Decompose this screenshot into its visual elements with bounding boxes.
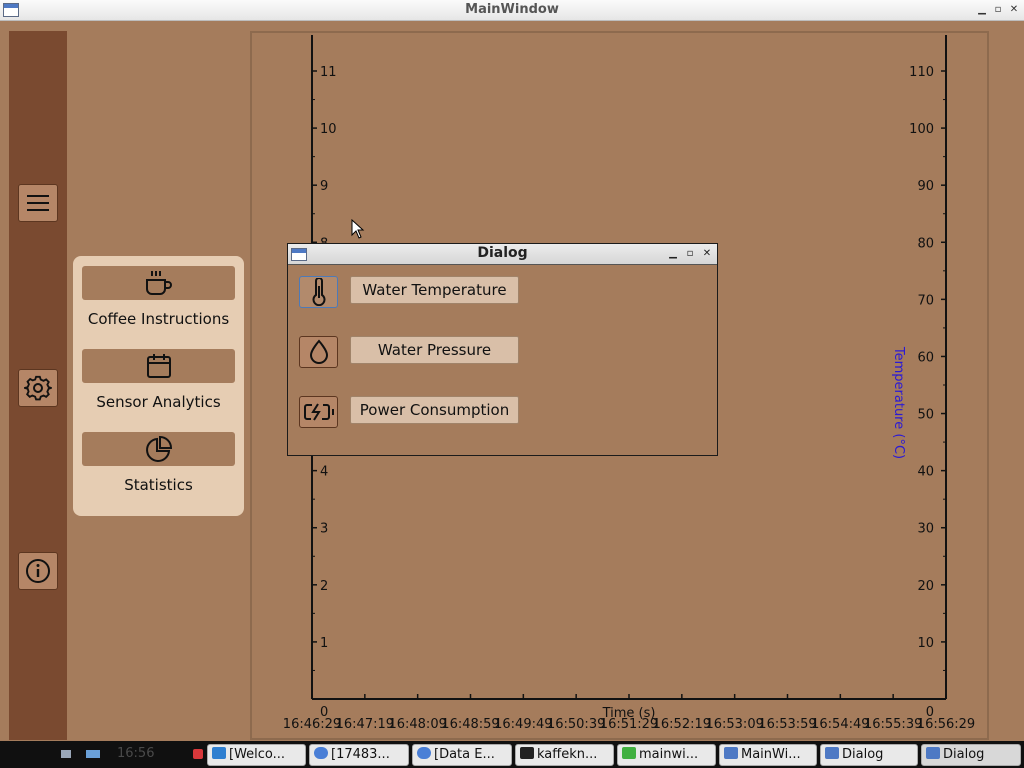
desktop-icon[interactable] (60, 749, 72, 759)
window-icon (724, 747, 738, 759)
water-temperature-button[interactable]: Water Temperature (350, 276, 519, 304)
power-consumption-icon-button[interactable] (299, 396, 338, 428)
y-tick-label-right: 70 (917, 293, 934, 308)
browser-icon (314, 747, 328, 759)
menu-item-label: Coffee Instructions (87, 310, 230, 328)
y-tick-label-left: 2 (320, 579, 328, 594)
y-tick-label-left: 11 (320, 65, 337, 80)
terminal-icon (520, 747, 534, 759)
taskbar: 16:56 [Welco... [17483... [Data E... kaf… (0, 741, 1024, 768)
y-tick-label-left: 1 (320, 636, 328, 651)
y-tick-label-right: 50 (917, 408, 934, 423)
x-tick-label: 16:52:19 (653, 717, 711, 732)
y-tick-label-right: 110 (909, 65, 934, 80)
window-icon (825, 747, 839, 759)
taskbar-task[interactable]: Dialog (921, 744, 1021, 766)
y-axis-right-label: Temperature (°C) (891, 346, 906, 459)
y-tick-label-left: 4 (320, 465, 328, 480)
notification-icon[interactable] (192, 749, 204, 759)
x-axis-label: Time (s) (602, 706, 656, 721)
x-tick-label: 16:50:39 (547, 717, 605, 732)
x-tick-label: 16:56:29 (917, 717, 975, 732)
taskbar-task[interactable]: [Data E... (412, 744, 512, 766)
main-window-titlebar[interactable]: MainWindow ▁ ▫ ✕ (0, 0, 1024, 21)
x-tick-label: 16:54:49 (811, 717, 869, 732)
y-tick-label-left: 9 (320, 179, 328, 194)
y-tick-label-right: 40 (917, 465, 934, 480)
minimize-icon[interactable]: ▁ (666, 247, 680, 261)
x-tick-label: 16:46:29 (283, 717, 341, 732)
battery-charging-icon (303, 403, 334, 421)
y-tick-label-right: 80 (917, 236, 934, 251)
x-tick-label: 16:53:59 (758, 717, 816, 732)
close-icon[interactable]: ✕ (1007, 3, 1021, 17)
x-tick-label: 16:48:09 (388, 717, 446, 732)
water-drop-icon (309, 339, 328, 364)
qt-creator-icon (622, 747, 636, 759)
close-icon[interactable]: ✕ (700, 247, 714, 261)
y-tick-label-right: 100 (909, 122, 934, 137)
info-icon (26, 559, 50, 583)
taskbar-task[interactable]: mainwi... (617, 744, 716, 766)
sensor-analytics-button[interactable] (82, 349, 235, 383)
gear-icon (24, 375, 52, 401)
dialog-titlebar[interactable]: Dialog ▁ ▫ ✕ (288, 244, 717, 265)
x-tick-label: 16:53:09 (705, 717, 763, 732)
y-tick-label-right: 60 (917, 350, 934, 365)
y-tick-label-right: 90 (917, 179, 934, 194)
taskbar-clock[interactable]: 16:56 (117, 746, 154, 761)
taskbar-task[interactable]: MainWi... (719, 744, 817, 766)
taskbar-task[interactable]: Dialog (820, 744, 918, 766)
maximize-icon[interactable]: ▫ (683, 247, 697, 261)
vscode-icon (212, 747, 226, 759)
pie-chart-icon (145, 435, 172, 462)
power-consumption-button[interactable]: Power Consumption (350, 396, 519, 424)
x-tick-label: 16:47:19 (336, 717, 394, 732)
y-tick-label-left: 3 (320, 522, 328, 537)
y-tick-label-right: 10 (917, 636, 934, 651)
taskbar-task[interactable]: kaffekn... (515, 744, 614, 766)
y-tick-label-right: 20 (917, 579, 934, 594)
main-window-title: MainWindow (465, 2, 559, 17)
x-tick-label: 16:55:39 (864, 717, 922, 732)
thermometer-icon (312, 278, 325, 306)
sidebar (9, 31, 67, 740)
statistics-button[interactable] (82, 432, 235, 466)
dialog-title: Dialog (477, 245, 528, 261)
browser-icon (417, 747, 431, 759)
hamburger-menu-button[interactable] (18, 184, 58, 222)
y-tick-label-left: 10 (320, 122, 337, 137)
menu-item-label: Statistics (124, 476, 193, 494)
hamburger-menu-icon (27, 195, 49, 211)
taskbar-task[interactable]: [17483... (309, 744, 409, 766)
taskbar-task[interactable]: [Welco... (207, 744, 306, 766)
window-icon (926, 747, 940, 759)
y-tick-label-right: 30 (917, 522, 934, 537)
network-icon[interactable] (85, 749, 101, 759)
coffee-instructions-button[interactable] (82, 266, 235, 300)
water-temperature-icon-button[interactable] (299, 276, 338, 308)
menu-panel: Coffee Instructions Sensor Analytics Sta… (73, 256, 244, 516)
maximize-icon[interactable]: ▫ (991, 3, 1005, 17)
info-button[interactable] (18, 552, 58, 590)
mouse-cursor-icon (351, 219, 365, 239)
settings-button[interactable] (18, 369, 58, 407)
menu-item-label: Sensor Analytics (96, 393, 221, 411)
calendar-icon (146, 354, 171, 378)
coffee-cup-icon (145, 271, 172, 295)
x-tick-label: 16:48:59 (441, 717, 499, 732)
water-pressure-icon-button[interactable] (299, 336, 338, 368)
water-pressure-button[interactable]: Water Pressure (350, 336, 519, 364)
x-tick-label: 16:49:49 (494, 717, 552, 732)
minimize-icon[interactable]: ▁ (975, 3, 989, 17)
dialog-window: Dialog ▁ ▫ ✕ Water Temperature Water Pre… (287, 243, 718, 456)
